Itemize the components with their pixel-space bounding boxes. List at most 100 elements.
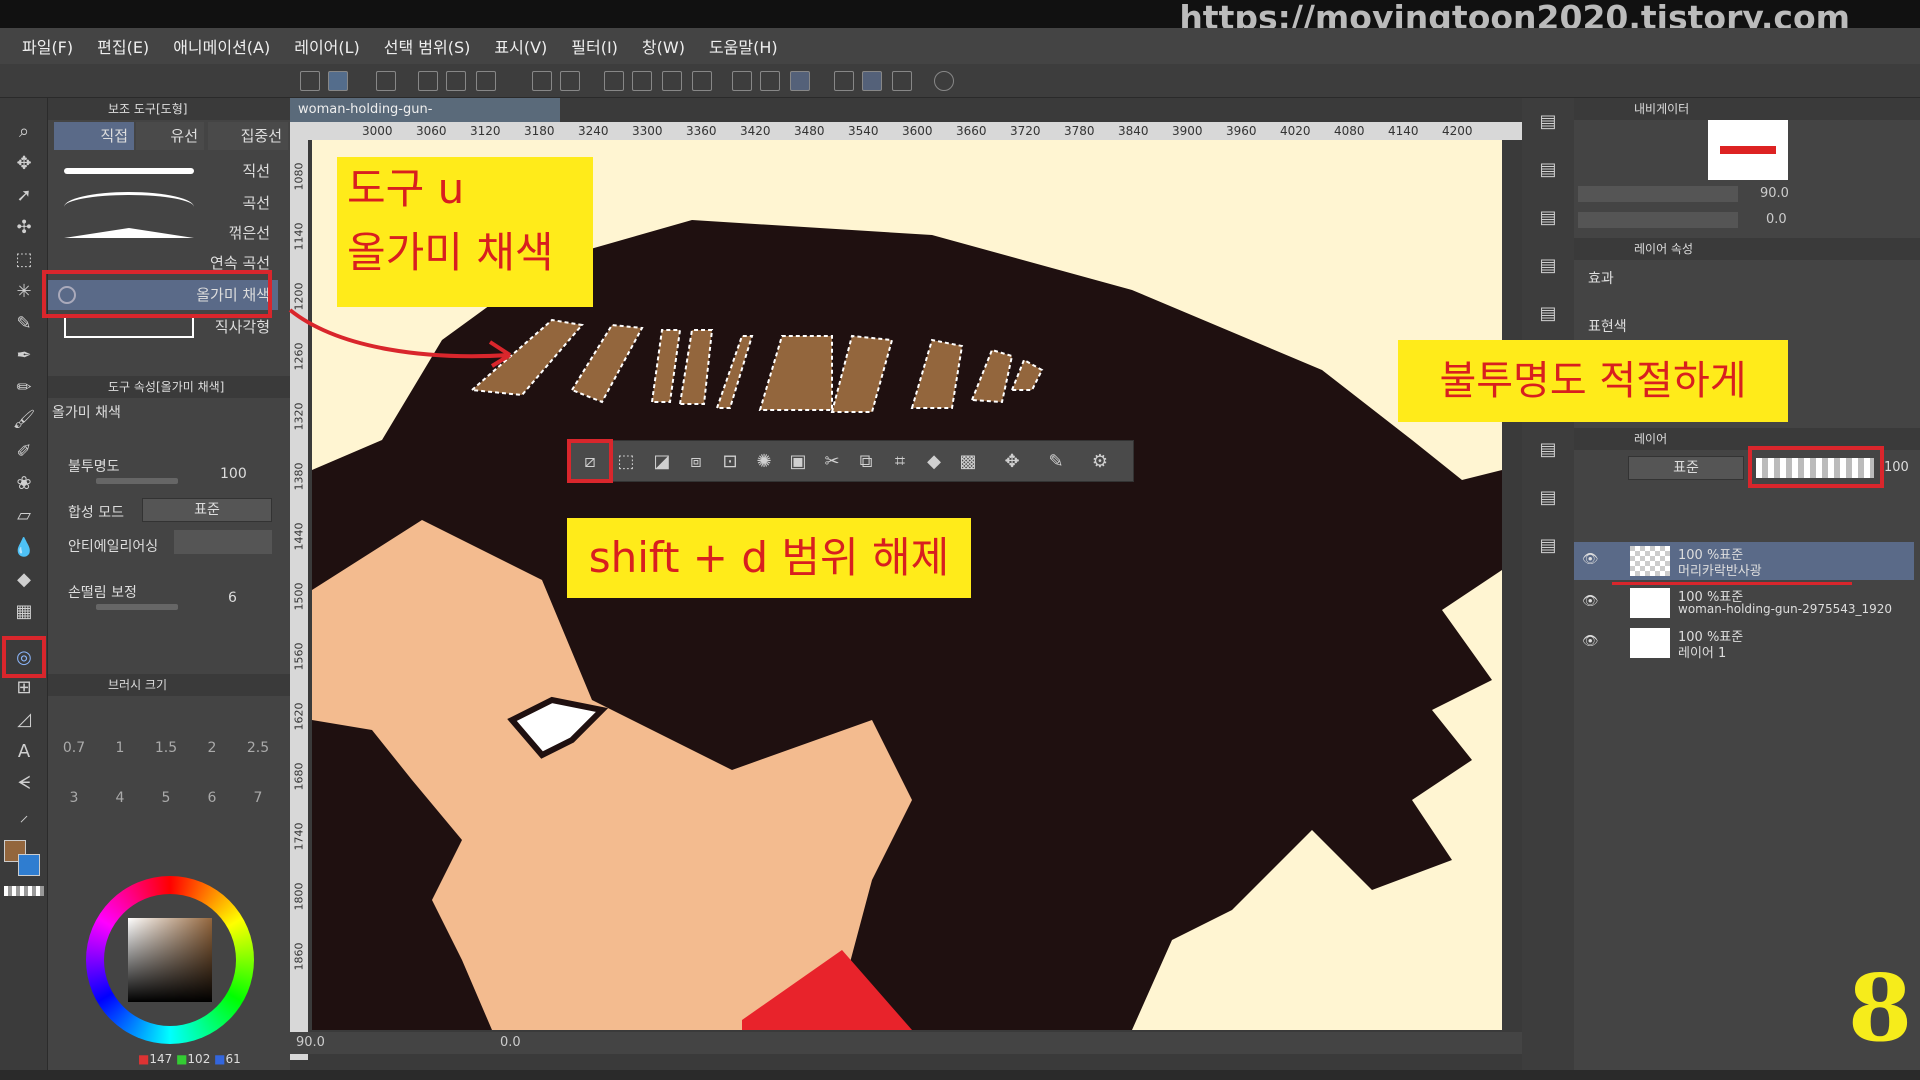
color-wheel[interactable] <box>86 876 254 1044</box>
edit-mode-icon[interactable] <box>328 71 348 91</box>
panel-icon[interactable]: ▤ <box>1536 304 1560 324</box>
layer-row[interactable]: 👁 100 %표준 woman-holding-gun-2975543_1920 <box>1574 584 1914 622</box>
color-square[interactable] <box>128 918 212 1002</box>
transform-icon[interactable]: ✥ <box>1001 452 1023 472</box>
nav-rotation-value[interactable]: 0.0 <box>1766 212 1787 227</box>
sparkle-icon[interactable]: ✺ <box>753 452 775 472</box>
help-icon[interactable] <box>934 71 954 91</box>
opacity-slider[interactable] <box>96 478 178 484</box>
show-selection-icon[interactable] <box>790 71 810 91</box>
panel-icon[interactable]: ▤ <box>1536 536 1560 556</box>
snap-special-icon[interactable] <box>862 71 882 91</box>
tab-focus[interactable]: 집중선 <box>208 122 288 150</box>
quick-mask-icon[interactable]: ▣ <box>787 452 809 472</box>
snap-grid-icon[interactable] <box>892 71 912 91</box>
save-icon[interactable] <box>476 71 496 91</box>
menu-view[interactable]: 표시(V) <box>494 34 547 58</box>
layer-row[interactable]: 👁 100 %표준 레이어 1 <box>1574 624 1914 662</box>
antialias-selector[interactable] <box>174 530 272 554</box>
menu-icon[interactable] <box>300 71 320 91</box>
stabilization-value[interactable]: 6 <box>228 590 237 606</box>
invert-selection-icon[interactable] <box>760 71 780 91</box>
menu-edit[interactable]: 편집(E) <box>97 34 149 58</box>
pattern-icon[interactable]: ▩ <box>957 452 979 472</box>
opacity-value[interactable]: 100 <box>220 466 247 482</box>
new-file-icon[interactable] <box>418 71 438 91</box>
copy-icon[interactable]: ⧉ <box>855 452 877 472</box>
nav-zoom-value[interactable]: 90.0 <box>1760 186 1789 201</box>
auto-select-icon[interactable]: ✳ <box>12 282 36 302</box>
pen-tool-icon[interactable]: ✒ <box>12 346 36 366</box>
brush-size-preset[interactable]: 6 <box>192 790 232 806</box>
move-tool-icon[interactable]: ✥ <box>12 154 36 174</box>
brush-size-preset[interactable]: 4 <box>100 790 140 806</box>
correct-line-icon[interactable]: ⸝ <box>12 806 36 826</box>
operation-tool-icon[interactable]: ➚ <box>12 186 36 206</box>
transparent-color-swatch[interactable] <box>4 886 44 896</box>
menu-window[interactable]: 창(W) <box>642 34 685 58</box>
menu-filter[interactable]: 필터(I) <box>571 34 618 58</box>
brush-size-preset[interactable]: 3 <box>54 790 94 806</box>
sub-item-line[interactable]: 직선 <box>48 156 278 186</box>
menu-layer[interactable]: 레이어(L) <box>294 34 360 58</box>
zoom-tool-icon[interactable]: ⌕ <box>12 122 36 142</box>
layer-blend-select[interactable]: 표준 <box>1628 456 1744 480</box>
navigator-thumbnail[interactable] <box>1708 120 1788 180</box>
eyedropper-icon[interactable]: ✎ <box>12 314 36 334</box>
fill-icon[interactable]: ◆ <box>923 452 945 472</box>
shrink-icon[interactable]: ⊡ <box>719 452 741 472</box>
panel-icon[interactable]: ▤ <box>1536 256 1560 276</box>
blend-icon[interactable]: 💧 <box>12 538 36 558</box>
panel-icon[interactable]: ▤ <box>1536 440 1560 460</box>
panel-icon[interactable]: ▤ <box>1536 112 1560 132</box>
crop-icon[interactable]: ⌗ <box>889 452 911 472</box>
sub-item-polyline[interactable]: 꺾은선 <box>48 218 278 248</box>
selection-icon[interactable] <box>632 71 652 91</box>
airbrush-icon[interactable]: ✐ <box>12 442 36 462</box>
brush-size-preset[interactable]: 2 <box>192 740 232 756</box>
stabilization-slider[interactable] <box>96 604 178 610</box>
lasso-icon[interactable] <box>376 71 396 91</box>
menu-animation[interactable]: 애니메이션(A) <box>173 34 270 58</box>
menu-help[interactable]: 도움말(H) <box>709 34 778 58</box>
tab-direct[interactable]: 직접 <box>54 122 134 150</box>
select-all-icon[interactable]: ⬚ <box>615 452 637 472</box>
eye-icon[interactable]: 👁 <box>1582 552 1599 567</box>
edit-icon[interactable]: ✎ <box>1045 452 1067 472</box>
panel-icon[interactable]: ▤ <box>1536 488 1560 508</box>
transform-icon[interactable] <box>692 71 712 91</box>
brush-size-preset[interactable]: 1.5 <box>146 740 186 756</box>
layer-opacity-value[interactable]: 100 <box>1884 460 1909 475</box>
rotation-readout[interactable]: 0.0 <box>500 1035 521 1050</box>
layer-row[interactable]: 👁 100 %표준 머리카락반사광 <box>1574 542 1914 580</box>
cut-icon[interactable]: ✂ <box>821 452 843 472</box>
expand-icon[interactable]: ⧈ <box>685 452 707 472</box>
open-folder-icon[interactable] <box>446 71 466 91</box>
sub-color-swatch[interactable] <box>18 854 40 876</box>
menu-selection[interactable]: 선택 범위(S) <box>384 34 471 58</box>
tab-stream[interactable]: 유선 <box>136 122 204 150</box>
brush-size-preset[interactable]: 2.5 <box>238 740 278 756</box>
balloon-tool-icon[interactable]: ᗕ <box>12 774 36 794</box>
invert-icon[interactable]: ◪ <box>651 452 673 472</box>
rotation-slider[interactable] <box>1578 212 1738 228</box>
brush-size-preset[interactable]: 5 <box>146 790 186 806</box>
zoom-readout[interactable]: 90.0 <box>296 1035 325 1050</box>
ruler-tool-icon[interactable]: ◿ <box>12 710 36 730</box>
brush-size-preset[interactable]: 0.7 <box>54 740 94 756</box>
text-tool-icon[interactable]: A <box>12 742 36 762</box>
eye-icon[interactable]: 👁 <box>1582 634 1599 649</box>
fill-tool-icon[interactable]: ◆ <box>12 570 36 590</box>
blend-mode-select[interactable]: 표준 <box>142 498 272 522</box>
frame-tool-icon[interactable]: ⊞ <box>12 678 36 698</box>
fill-icon[interactable] <box>662 71 682 91</box>
document-tab[interactable]: woman-holding-gun-2975543_1920.jpg* <box>290 98 560 141</box>
selection-tool-icon[interactable]: ⬚ <box>12 250 36 270</box>
brush-size-preset[interactable]: 7 <box>238 790 278 806</box>
settings-icon[interactable]: ⚙ <box>1089 452 1111 472</box>
brush-tool-icon[interactable]: 🖌 <box>12 410 36 430</box>
layer-move-icon[interactable]: ✣ <box>12 218 36 238</box>
redo-icon[interactable] <box>560 71 580 91</box>
snap-ruler-icon[interactable] <box>834 71 854 91</box>
gradient-icon[interactable]: ▦ <box>12 602 36 622</box>
